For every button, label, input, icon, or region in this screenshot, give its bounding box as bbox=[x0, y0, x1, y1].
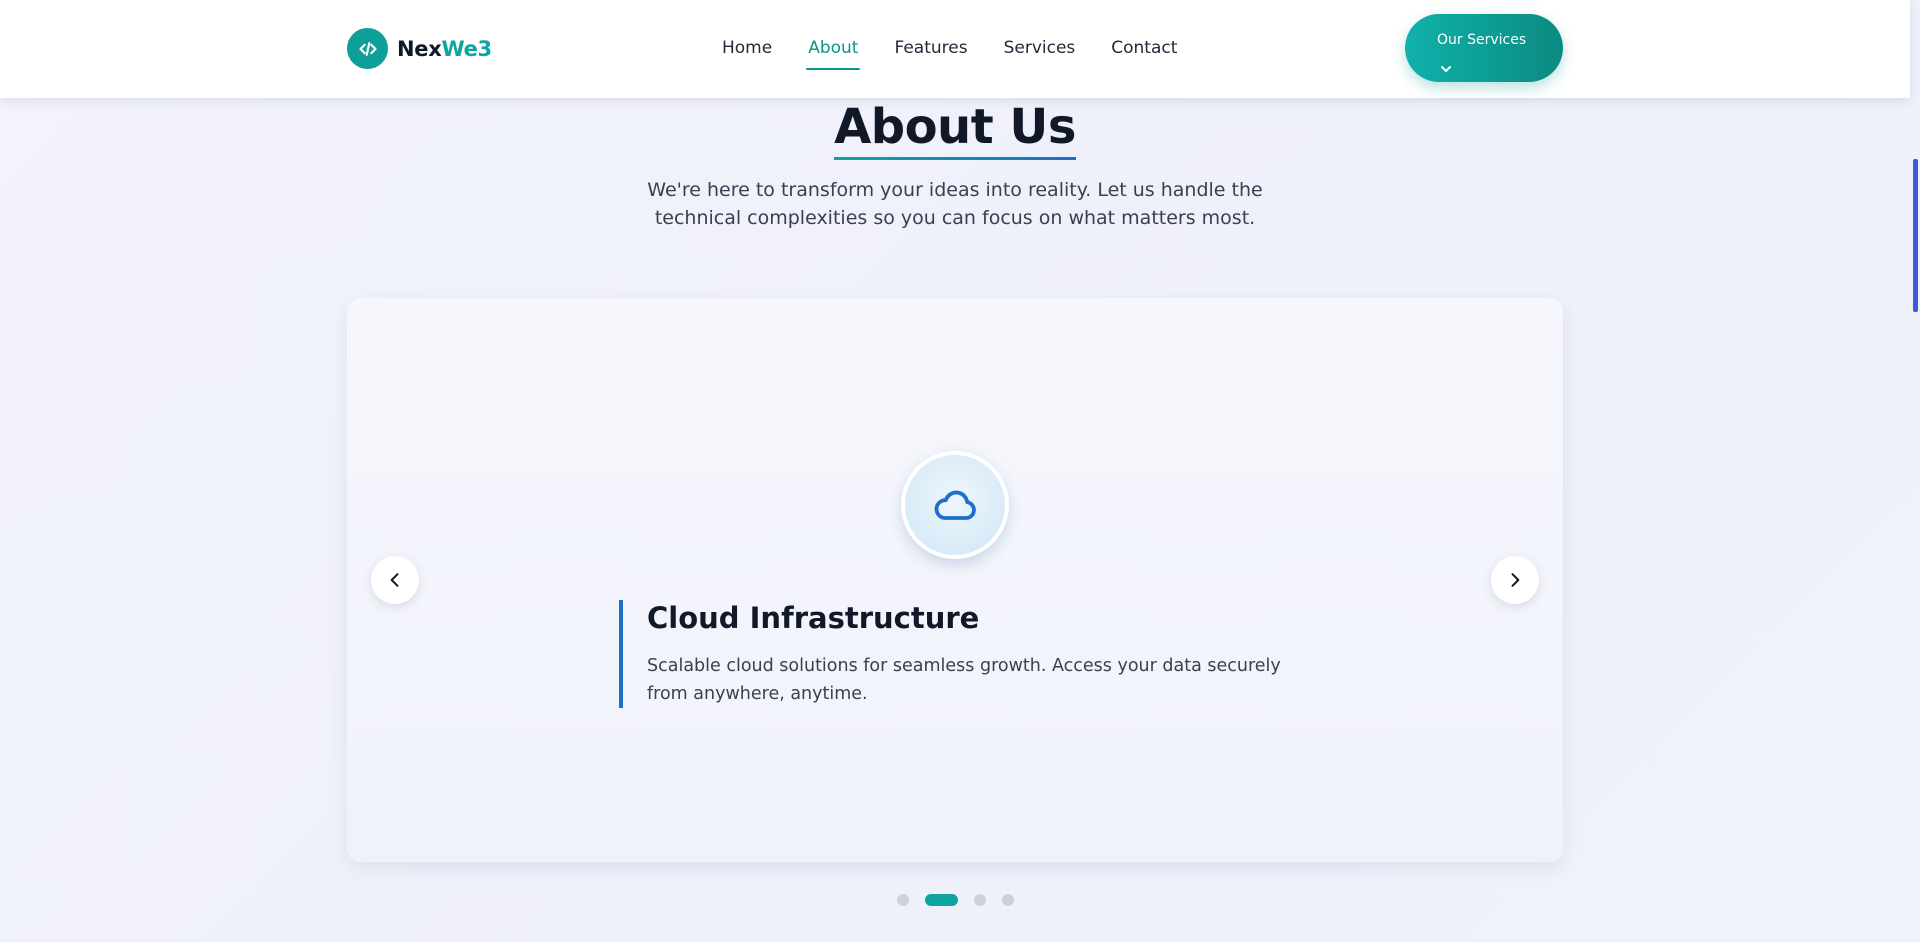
section-title-wrap: About Us bbox=[0, 98, 1910, 164]
logo-text: NexWe3 bbox=[397, 37, 492, 61]
carousel-dot[interactable] bbox=[1002, 894, 1014, 906]
carousel-card bbox=[347, 298, 1563, 862]
feature-icon-badge bbox=[901, 451, 1009, 559]
nav-item-about[interactable]: About bbox=[798, 24, 868, 70]
chevron-right-icon bbox=[1511, 573, 1520, 587]
carousel-dot[interactable] bbox=[925, 894, 958, 906]
logo-text-primary: Nex bbox=[397, 36, 442, 61]
section-subtitle: We're here to transform your ideas into … bbox=[647, 179, 1263, 229]
chevron-down-icon bbox=[1441, 66, 1451, 72]
logo[interactable]: NexWe3 bbox=[347, 28, 492, 69]
slide-description: Scalable cloud solutions for seamless gr… bbox=[647, 656, 1281, 704]
nav-item-services[interactable]: Services bbox=[994, 24, 1086, 68]
carousel-next-button[interactable] bbox=[1491, 556, 1539, 604]
nav-item-features[interactable]: Features bbox=[884, 24, 977, 68]
slide-title: Cloud Infrastructure bbox=[647, 601, 980, 635]
page-title: About Us bbox=[834, 98, 1076, 164]
logo-text-accent: We3 bbox=[441, 36, 492, 61]
nav-item-contact[interactable]: Contact bbox=[1101, 24, 1187, 68]
code-icon bbox=[347, 28, 388, 69]
carousel-prev-button[interactable] bbox=[371, 556, 419, 604]
carousel-dot[interactable] bbox=[897, 894, 909, 906]
carousel-dot[interactable] bbox=[974, 894, 986, 906]
our-services-label: Our Services bbox=[1437, 32, 1527, 48]
site-header: NexWe3 Home About Features Services Contact … bbox=[0, 0, 1910, 98]
slide-content: Cloud Infrastructure Scalable cloud solu… bbox=[619, 600, 1299, 708]
our-services-button[interactable]: Our Services bbox=[1405, 14, 1563, 82]
carousel-dots bbox=[897, 893, 1030, 907]
chevron-left-icon bbox=[390, 573, 399, 587]
scrollbar-thumb[interactable] bbox=[1913, 159, 1918, 312]
nav-item-home[interactable]: Home bbox=[712, 24, 782, 68]
main-nav: Home About Features Services Contact bbox=[712, 24, 1203, 70]
cloud-icon bbox=[934, 490, 976, 520]
